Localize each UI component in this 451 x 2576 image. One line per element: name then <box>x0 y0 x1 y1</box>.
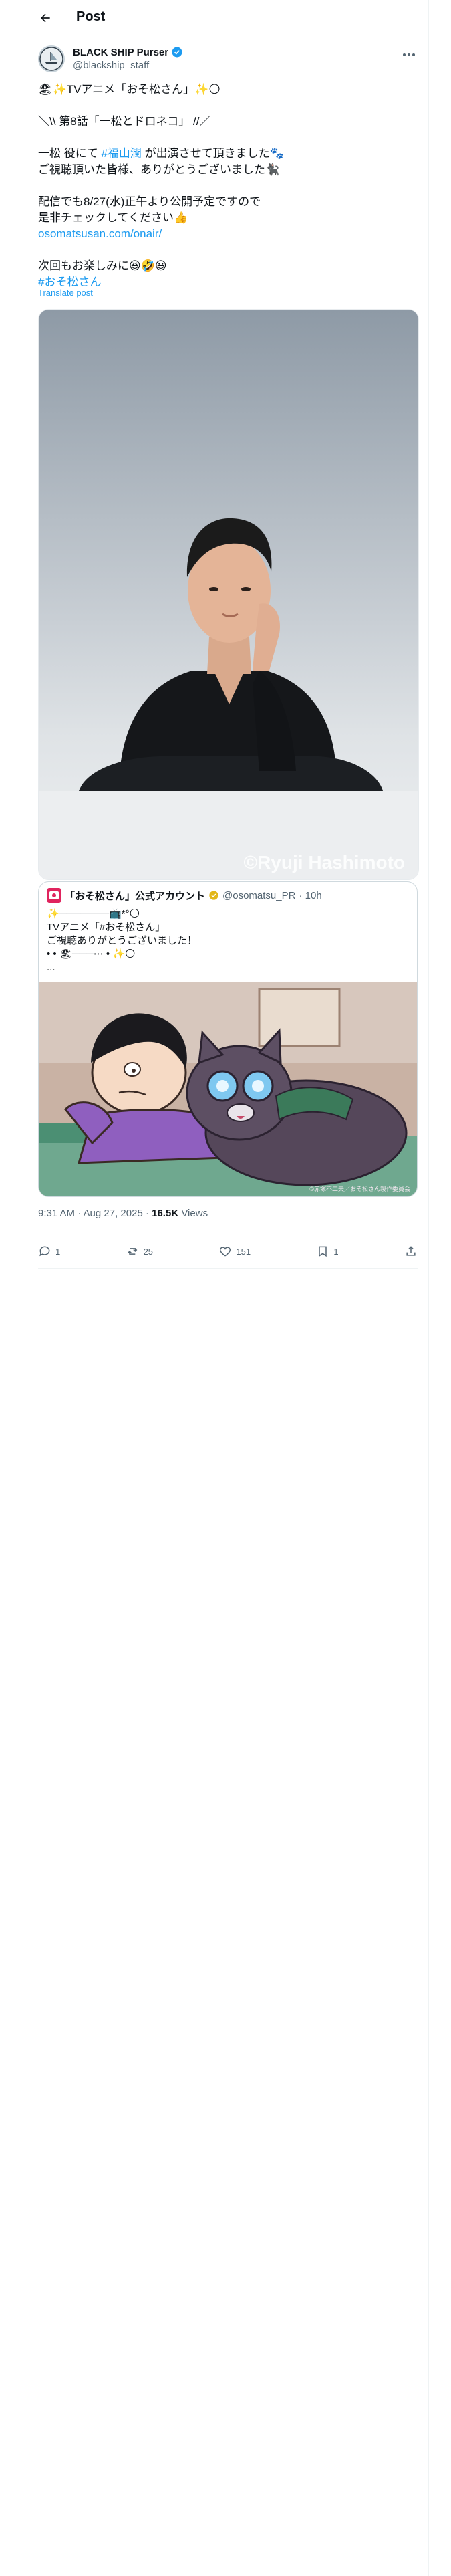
author-handle[interactable]: @blackship_staff <box>73 60 149 71</box>
post-text: 🏖✨TVアニメ「おそ松さん」✨🌕 ＼\\ 第8話「一松とドロネコ」 //／ 一松… <box>38 82 418 290</box>
verified-badge-icon <box>172 47 182 58</box>
post-text-segment: が出演させて頂きました🐾 <box>141 147 284 160</box>
quoted-post-header: 「おそ松さん」公式アカウント @osomatsu_PR · 10h <box>47 888 322 903</box>
quoted-line: ✨───────📺*°🌕 <box>47 908 140 920</box>
quoted-post[interactable]: 「おそ松さん」公式アカウント @osomatsu_PR · 10h ✨─────… <box>38 881 418 1197</box>
bookmark-count: 1 <box>333 1246 339 1257</box>
repost-count: 25 <box>143 1246 154 1257</box>
reply-count: 1 <box>55 1246 61 1257</box>
post-line: 次回もお楽しみに😆🤣😃 <box>38 259 167 272</box>
author-name-row[interactable]: BLACK SHIP Purser <box>73 45 183 59</box>
post-photo[interactable]: ©Ryuji Hashimoto <box>38 309 419 880</box>
more-options-button[interactable] <box>399 47 419 63</box>
repost-button[interactable]: 25 <box>126 1245 153 1258</box>
post-line: 配信でも8/27(水)正午より公開予定ですので <box>38 195 261 208</box>
action-bar: 1 25 151 1 <box>38 1235 418 1267</box>
quoted-post-text: ✨───────📺*°🌕 TVアニメ「#おそ松さん」 ご視聴ありがとうございまし… <box>47 907 408 974</box>
photo-credit: ©Ryuji Hashimoto <box>243 852 405 873</box>
translate-post-link[interactable]: Translate post <box>38 288 93 298</box>
hashtag-link[interactable]: #おそ松さん <box>38 274 418 290</box>
url-link[interactable]: osomatsusan.com/onair/ <box>38 226 418 242</box>
top-bar: Post <box>27 0 428 35</box>
post-text-segment: 一松 役にて <box>38 147 102 160</box>
views-label: Views <box>178 1208 208 1219</box>
author-name[interactable]: BLACK SHIP Purser <box>73 47 168 58</box>
main-column: Post BLACK SHIP Purser @blackship_staff … <box>27 0 429 2576</box>
post-timestamp[interactable]: 9:31 AM · Aug 27, 2025 · <box>38 1208 152 1219</box>
page-title: Post <box>76 9 106 24</box>
share-icon <box>406 1246 416 1256</box>
like-button[interactable]: 151 <box>218 1245 251 1258</box>
portrait-image: ©Ryuji Hashimoto <box>39 310 418 879</box>
repost-icon <box>127 1248 137 1255</box>
quoted-line: ご視聴ありがとうございました！ <box>47 935 198 946</box>
avatar[interactable] <box>38 45 65 72</box>
bookmark-icon <box>319 1246 327 1257</box>
quoted-author-handle: @osomatsu_PR <box>222 889 296 901</box>
divider <box>38 1268 418 1269</box>
quoted-line: • • 🏖───⋯ • ✨🌕 <box>47 948 136 960</box>
like-count: 151 <box>236 1246 251 1257</box>
quoted-line: ... <box>47 962 55 973</box>
post-line: ご視聴頂いた皆様、ありがとうございました🐈‍⬛ <box>38 163 280 176</box>
quoted-image[interactable]: ©赤塚不二夫／おそ松さん製作委員会 <box>39 982 417 1196</box>
hashtag-link[interactable]: #福山潤 <box>101 147 141 160</box>
reply-button[interactable]: 1 <box>38 1245 60 1258</box>
views-count: 16.5K <box>152 1208 179 1219</box>
post-line: 是非チェックしてください👍 <box>38 211 188 224</box>
quoted-avatar <box>47 888 61 903</box>
post-meta: 9:31 AM · Aug 27, 2025 · 16.5K Views <box>38 1208 208 1219</box>
more-icon <box>403 53 415 56</box>
arrow-left-icon <box>41 13 50 23</box>
quoted-line: TVアニメ「#おそ松さん」 <box>47 922 166 933</box>
gold-verified-badge-icon <box>209 891 218 900</box>
heart-icon <box>220 1247 231 1257</box>
bookmark-button[interactable]: 1 <box>316 1245 339 1258</box>
reply-icon <box>39 1246 50 1257</box>
share-button[interactable] <box>404 1245 418 1258</box>
quoted-image-caption: ©赤塚不二夫／おそ松さん製作委員会 <box>309 1185 410 1192</box>
avatar-image <box>38 45 65 72</box>
anime-screenshot-image: ©赤塚不二夫／おそ松さん製作委員会 <box>39 982 417 1196</box>
post-line: 一松 役にて #福山潤 が出演させて頂きました🐾 <box>38 146 418 162</box>
post-line: ＼\\ 第8話「一松とドロネコ」 //／ <box>38 115 211 128</box>
quoted-post-time: · 10h <box>299 889 322 901</box>
quoted-author-name: 「おそ松さん」公式アカウント <box>65 890 206 902</box>
back-button[interactable] <box>35 8 55 28</box>
post-line: 🏖✨TVアニメ「おそ松さん」✨🌕 <box>38 83 221 96</box>
